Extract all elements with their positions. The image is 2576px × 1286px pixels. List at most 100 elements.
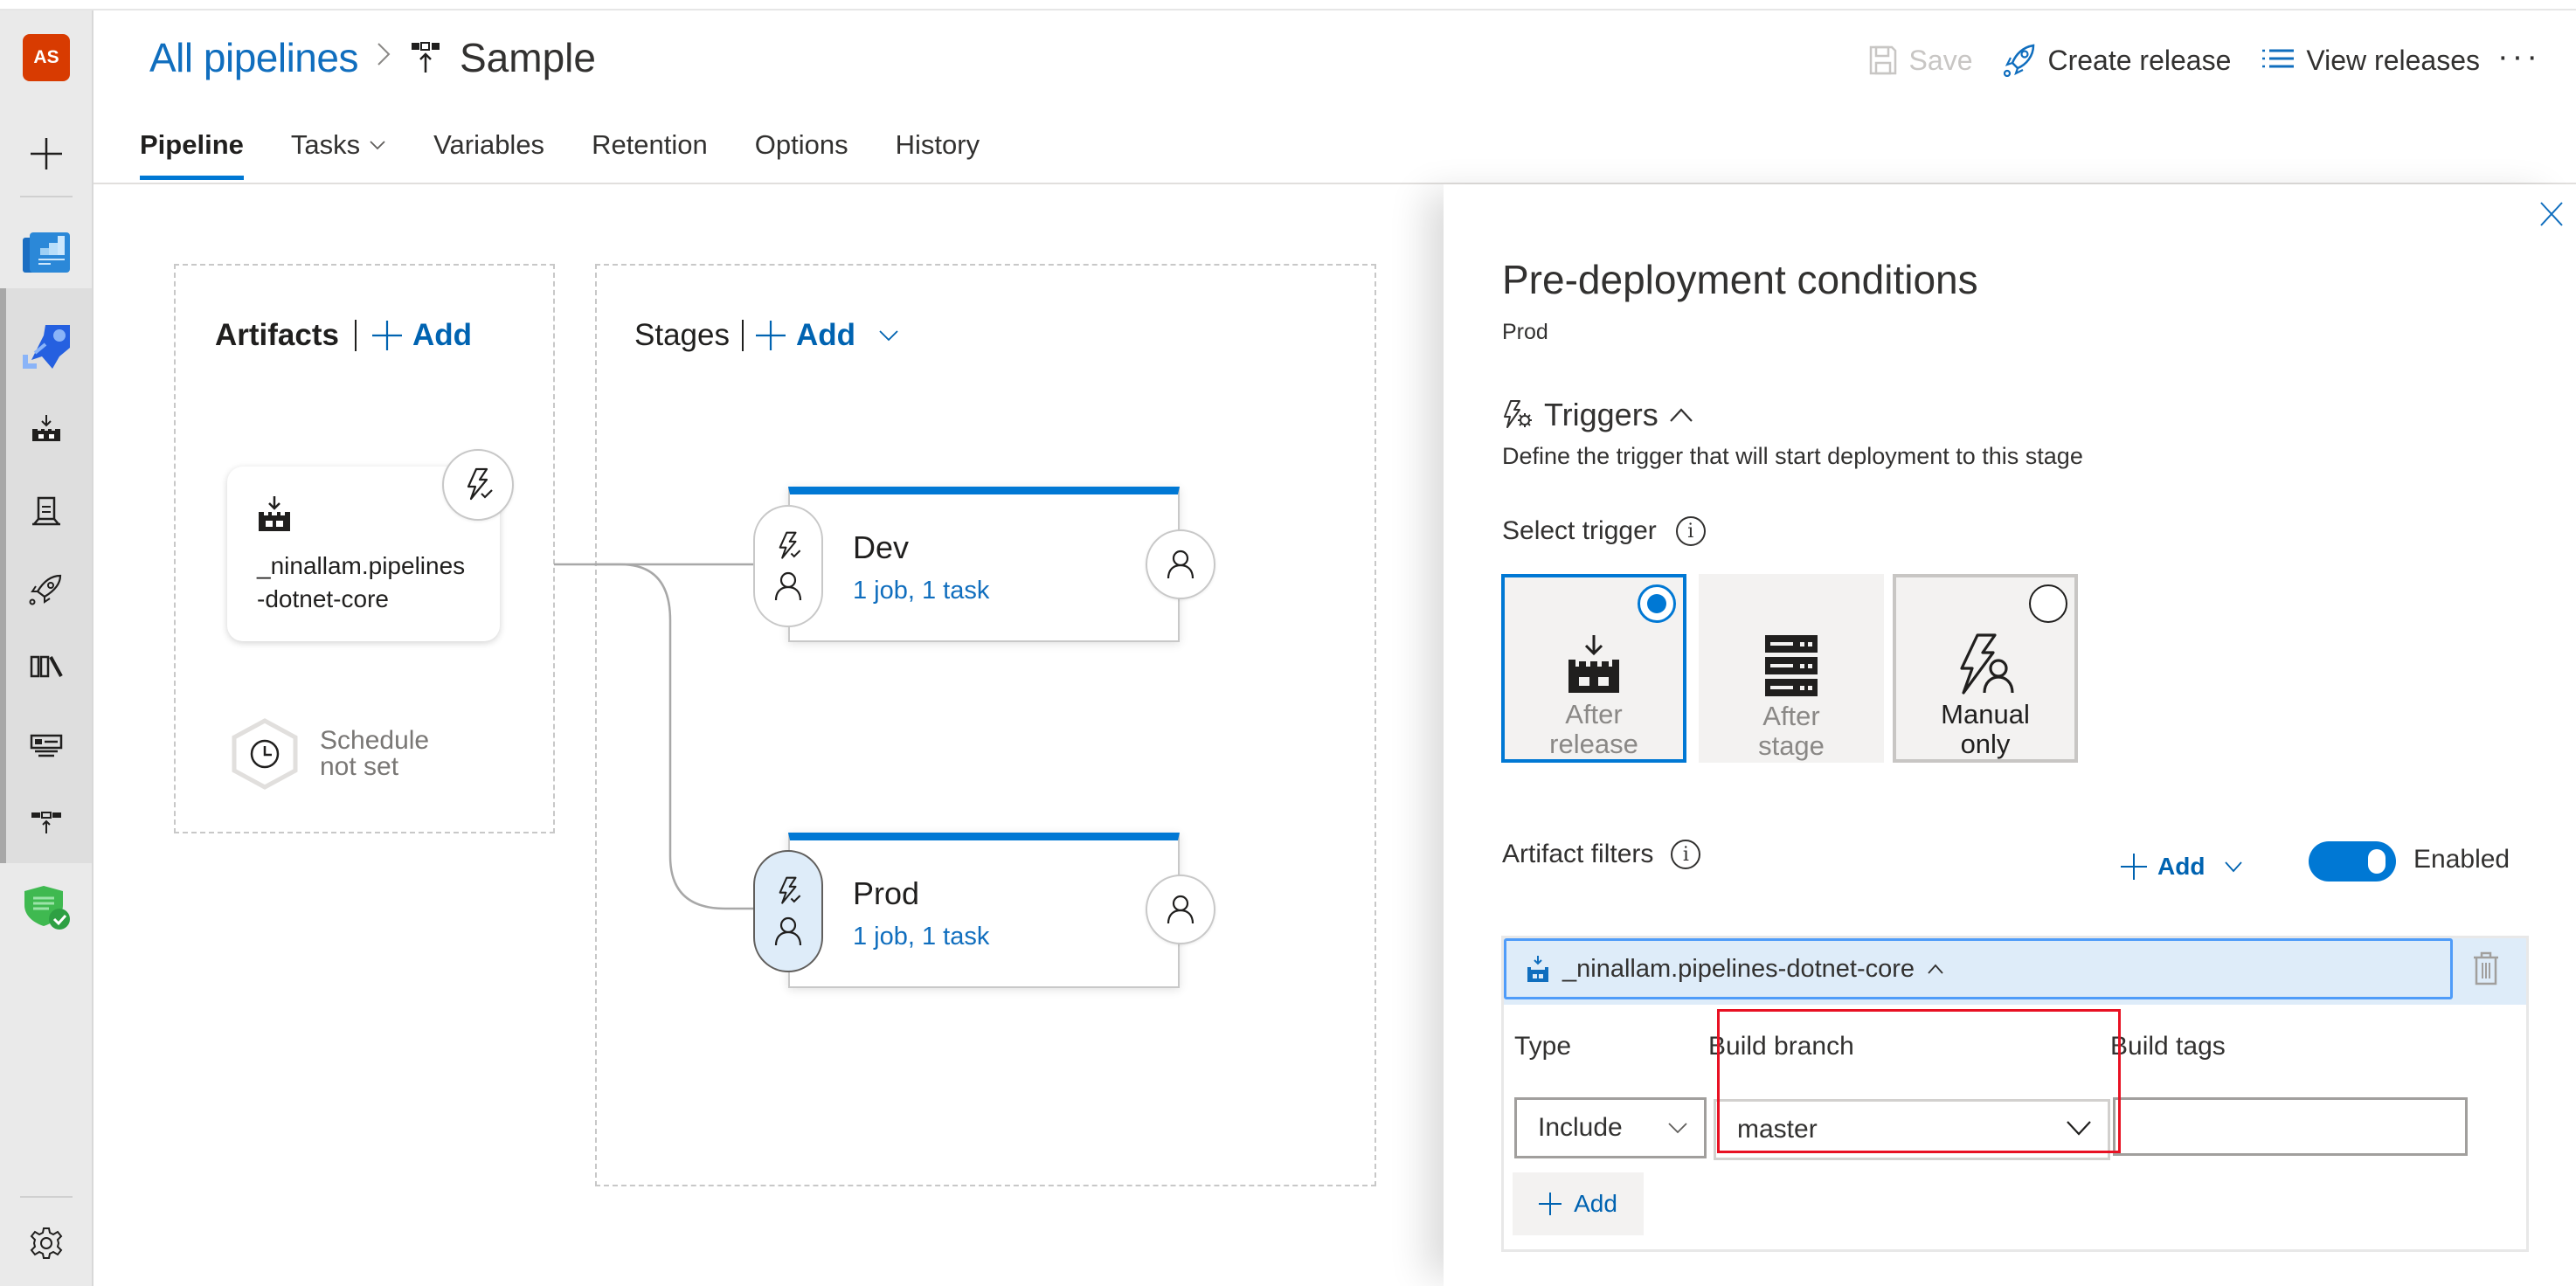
window-top-strip — [0, 0, 2576, 10]
trash-icon — [2474, 951, 2498, 985]
deployment-groups-icon[interactable] — [23, 799, 70, 846]
add-artifact-button[interactable]: Add — [371, 318, 473, 353]
chevron-up-icon — [1928, 964, 1943, 974]
post-deployment-conditions-dev[interactable] — [1146, 529, 1215, 599]
tab-options[interactable]: Options — [755, 122, 848, 168]
info-icon[interactable]: i — [1671, 840, 1701, 869]
sidebar-selected-indicator — [0, 288, 6, 863]
chevron-down-icon — [1667, 1116, 1688, 1140]
pre-deployment-conditions-prod[interactable] — [753, 850, 823, 972]
tab-history[interactable]: History — [896, 122, 980, 168]
delete-filter-button[interactable] — [2472, 951, 2500, 990]
stage-card-prod[interactable]: Prod 1 job, 1 task — [788, 833, 1180, 988]
divider — [354, 320, 357, 351]
post-deployment-conditions-prod[interactable] — [1146, 875, 1215, 944]
panel-subtitle: Prod — [1502, 320, 1548, 344]
overview-icon[interactable] — [23, 227, 70, 274]
artifact-filter-group: _ninallam.pipelines-dotnet-core Type Inc… — [1501, 936, 2529, 1252]
type-select[interactable]: Include — [1514, 1097, 1707, 1158]
trigger-option-label: After stage — [1758, 701, 1825, 761]
connector-prod — [594, 563, 753, 910]
release-pipeline-icon — [411, 42, 440, 73]
person-icon — [1167, 895, 1195, 924]
sidebar-divider — [20, 196, 73, 197]
schedule-line2: not set — [320, 752, 399, 781]
security-icon[interactable] — [23, 884, 70, 931]
radio-selected[interactable] — [1638, 584, 1676, 623]
trigger-option-after-release[interactable]: After release — [1501, 574, 1686, 763]
stage-card-dev[interactable]: Dev 1 job, 1 task — [788, 487, 1180, 642]
add-filter-row-button[interactable]: Add — [1513, 1172, 1644, 1235]
artifact-filters-heading: Artifact filters — [1502, 840, 1654, 868]
save-label: Save — [1908, 44, 1973, 76]
stage-connectors — [554, 563, 753, 910]
build-branch-select[interactable]: master — [1714, 1099, 2110, 1160]
sidebar: AS — [0, 10, 93, 1286]
environments-icon[interactable] — [23, 487, 70, 535]
panel-title: Pre-deployment conditions — [1502, 257, 1978, 302]
trigger-option-label: After release — [1549, 699, 1638, 759]
tab-pipeline[interactable]: Pipeline — [140, 122, 244, 180]
stage-summary-link[interactable]: 1 job, 1 task — [853, 577, 989, 605]
artifact-filters-label: Artifact filters i — [1502, 840, 1701, 869]
artifact-name-line2: -dotnet-core — [257, 585, 389, 612]
add-stage-button[interactable]: Add — [755, 318, 899, 353]
trigger-option-label: Manual only — [1941, 699, 2030, 759]
page-title: Sample — [459, 35, 596, 80]
avatar[interactable]: AS — [23, 34, 70, 81]
build-tags-input[interactable] — [2113, 1097, 2468, 1156]
breadcrumb-all-pipelines[interactable]: All pipelines — [149, 34, 358, 81]
schedule-status: Schedule not set — [320, 728, 429, 780]
lightning-check-icon — [467, 467, 493, 501]
artifact-filter-expander[interactable]: _ninallam.pipelines-dotnet-core — [1504, 938, 2453, 999]
more-actions-button[interactable]: ··· — [2497, 38, 2541, 76]
trigger-option-after-stage[interactable]: After stage — [1699, 574, 1884, 763]
plus-icon — [755, 321, 786, 350]
tab-label: History — [895, 129, 980, 160]
tab-variables[interactable]: Variables — [433, 122, 544, 168]
save-button[interactable]: Save — [1869, 44, 1973, 77]
add-artifact-filter-button[interactable]: Add — [2121, 853, 2243, 881]
artifact-filter-name: _ninallam.pipelines-dotnet-core — [1562, 954, 1915, 983]
tab-label: Tasks — [290, 129, 361, 160]
breadcrumb: All pipelines Sample — [149, 31, 596, 84]
trigger-option-manual-only[interactable]: Manual only — [1893, 574, 2078, 763]
stages-heading: Stages — [634, 318, 730, 352]
builds-icon[interactable] — [23, 405, 70, 453]
info-icon[interactable]: i — [1675, 516, 1706, 546]
add-artifact-label: Add — [412, 318, 473, 352]
triggers-section-toggle[interactable]: Triggers — [1502, 397, 1693, 433]
pipelines-icon[interactable] — [23, 322, 70, 369]
view-releases-button[interactable]: View releases — [2262, 45, 2480, 77]
create-release-label: Create release — [2047, 44, 2232, 76]
save-icon — [1869, 45, 1896, 75]
tab-bar: Pipeline Tasks Variables Retention Optio… — [140, 122, 1027, 183]
releases-icon[interactable] — [23, 566, 70, 613]
build-artifact-icon — [1567, 630, 1621, 695]
lightning-person-icon — [1956, 630, 2014, 695]
gear-icon[interactable] — [23, 1220, 70, 1267]
breadcrumb-chevron-icon — [376, 41, 391, 75]
view-releases-label: View releases — [2306, 44, 2480, 76]
add-stage-label: Add — [795, 318, 856, 352]
person-icon — [774, 916, 802, 946]
plus-icon — [371, 321, 402, 350]
artifact-filters-toggle[interactable] — [2309, 841, 2396, 882]
radio-unselected[interactable] — [2029, 584, 2067, 623]
schedule-trigger[interactable]: Schedule not set — [229, 718, 429, 790]
continuous-deployment-trigger-button[interactable] — [442, 449, 514, 521]
stage-summary-link[interactable]: 1 job, 1 task — [853, 923, 989, 951]
toolbar: Save Create release View releases — [1869, 38, 2480, 82]
library-icon[interactable] — [23, 643, 70, 690]
pre-deployment-conditions-panel: Pre-deployment conditions Prod Triggers … — [1444, 184, 2576, 1286]
new-icon[interactable] — [23, 130, 70, 177]
tab-label: Retention — [592, 129, 708, 160]
task-groups-icon[interactable] — [23, 722, 70, 769]
tab-retention[interactable]: Retention — [592, 122, 708, 168]
artifacts-header: Artifacts Add — [215, 318, 472, 353]
pre-deployment-conditions-dev[interactable] — [753, 505, 823, 627]
type-value: Include — [1538, 1113, 1623, 1142]
create-release-button[interactable]: Create release — [2004, 44, 2231, 77]
close-button[interactable] — [2534, 197, 2569, 232]
tab-tasks[interactable]: Tasks — [291, 122, 386, 168]
